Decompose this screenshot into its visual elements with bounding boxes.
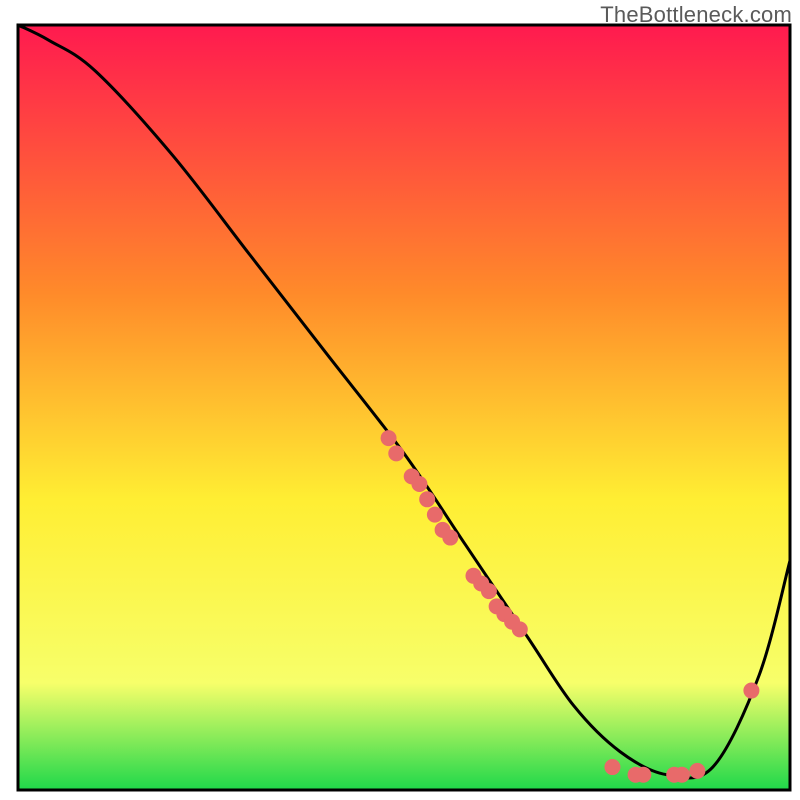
data-point — [419, 491, 435, 507]
data-point — [635, 767, 651, 783]
data-point — [674, 767, 690, 783]
data-point — [388, 445, 404, 461]
data-point — [689, 763, 705, 779]
data-point — [481, 583, 497, 599]
data-point — [512, 621, 528, 637]
data-point — [411, 476, 427, 492]
data-point — [381, 430, 397, 446]
bottleneck-chart — [0, 0, 800, 800]
data-point — [427, 507, 443, 523]
plot-background — [18, 25, 790, 790]
chart-container: TheBottleneck.com — [0, 0, 800, 800]
data-point — [442, 530, 458, 546]
data-point — [604, 759, 620, 775]
data-point — [743, 683, 759, 699]
